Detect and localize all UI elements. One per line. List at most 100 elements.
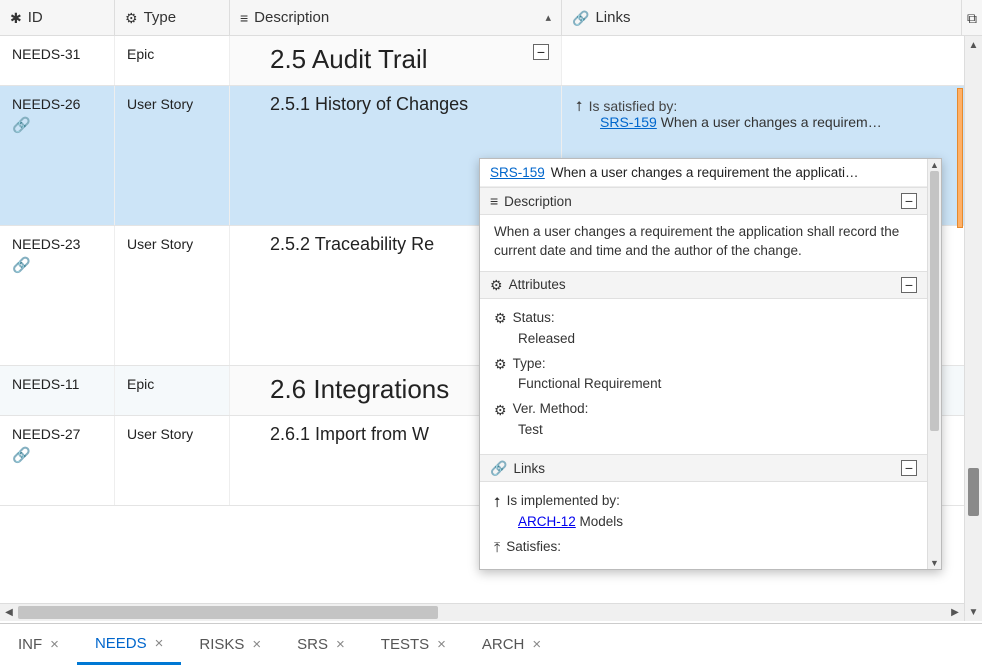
- scroll-thumb[interactable]: [930, 171, 939, 431]
- arrow-up-out-icon: ⤒: [494, 540, 500, 554]
- column-header-row: ✱ ID ⚙ Type ≡ Description ▴ 🔗 Links ⧉: [0, 0, 982, 36]
- link-icon: 🔗: [572, 11, 589, 25]
- popup-attributes-header[interactable]: ⚙ Attributes −: [480, 271, 927, 299]
- close-icon[interactable]: ×: [252, 636, 261, 653]
- collapse-toggle[interactable]: −: [533, 44, 549, 60]
- cell-id: NEEDS-27 🔗: [0, 416, 115, 505]
- popup-scrollbar[interactable]: ▲ ▼: [927, 159, 941, 569]
- gear-icon: ⚙: [494, 403, 507, 417]
- cell-id: NEEDS-26 🔗: [0, 86, 115, 225]
- tab-needs[interactable]: NEEDS ×: [77, 624, 181, 665]
- popup-description-text: When a user changes a requirement the ap…: [494, 224, 899, 258]
- arrow-up-icon: ⭡: [494, 495, 501, 509]
- popup-attributes-body: ⚙ Status: Released ⚙ Type: Functional Re…: [480, 299, 927, 454]
- tab-arch[interactable]: ARCH ×: [464, 624, 559, 665]
- cell-links: [562, 36, 982, 85]
- popup-attributes-label: Attributes: [509, 277, 566, 292]
- description-heading: 2.6 Integrations: [270, 374, 449, 405]
- cell-id: NEEDS-31: [0, 36, 115, 85]
- cell-description: 2.5 Audit Trail −: [230, 36, 562, 85]
- column-header-id-label: ID: [28, 9, 43, 26]
- selection-marker: [957, 88, 963, 228]
- link-text: When a user changes a requirem…: [661, 114, 882, 130]
- horizontal-scrollbar[interactable]: ◀ ▶: [0, 603, 964, 621]
- scroll-left-icon[interactable]: ◀: [0, 604, 18, 622]
- description-text: 2.6.1 Import from W: [270, 424, 429, 445]
- tab-srs[interactable]: SRS ×: [279, 624, 363, 665]
- popup-description-label: Description: [504, 194, 572, 209]
- popup-links-header[interactable]: 🔗 Links −: [480, 454, 927, 482]
- column-header-links-label: Links: [595, 9, 630, 26]
- attr-type-label: Type:: [513, 355, 546, 374]
- cell-type: User Story: [115, 86, 230, 225]
- id-text: NEEDS-23: [12, 236, 102, 252]
- sort-ascending-icon: ▴: [545, 11, 551, 24]
- id-text: NEEDS-26: [12, 96, 102, 112]
- scroll-right-icon[interactable]: ▶: [946, 604, 964, 622]
- close-icon[interactable]: ×: [336, 636, 345, 653]
- column-header-description[interactable]: ≡ Description ▴: [230, 0, 562, 35]
- scroll-thumb[interactable]: [968, 468, 979, 516]
- scroll-thumb[interactable]: [18, 606, 438, 619]
- layout-icon: ⧉: [967, 11, 977, 25]
- cell-type: User Story: [115, 416, 230, 505]
- collapse-toggle[interactable]: −: [901, 277, 917, 293]
- close-icon[interactable]: ×: [155, 635, 164, 652]
- description-heading: 2.5 Audit Trail: [270, 44, 428, 75]
- link-icon: 🔗: [12, 446, 102, 464]
- column-header-id[interactable]: ✱ ID: [0, 0, 115, 35]
- column-header-type[interactable]: ⚙ Type: [115, 0, 230, 35]
- tab-label: RISKS: [199, 636, 244, 653]
- popup-description-header[interactable]: ≡ Description −: [480, 187, 927, 215]
- description-text: 2.5.1 History of Changes: [270, 94, 468, 115]
- tab-label: INF: [18, 636, 42, 653]
- link-impl-ref[interactable]: ARCH-12: [518, 514, 576, 529]
- scroll-up-icon[interactable]: ▲: [928, 159, 941, 171]
- link-icon: 🔗: [490, 461, 507, 475]
- link-relation-label: Is satisfied by:: [589, 98, 678, 114]
- scroll-down-icon[interactable]: ▼: [965, 603, 982, 621]
- attr-status-value: Released: [494, 330, 913, 349]
- list-icon: ≡: [490, 194, 498, 208]
- cell-id: NEEDS-23 🔗: [0, 226, 115, 365]
- gear-icon: ⚙: [494, 311, 507, 325]
- column-header-links[interactable]: 🔗 Links: [562, 0, 962, 35]
- id-text: NEEDS-11: [12, 376, 102, 392]
- link-icon: 🔗: [12, 256, 102, 274]
- link-ref[interactable]: SRS-159: [600, 114, 657, 130]
- scroll-down-icon[interactable]: ▼: [928, 557, 941, 569]
- close-icon[interactable]: ×: [437, 636, 446, 653]
- close-icon[interactable]: ×: [50, 636, 59, 653]
- popup-links-label: Links: [513, 461, 545, 476]
- tab-inf[interactable]: INF ×: [0, 624, 77, 665]
- tab-label: NEEDS: [95, 635, 147, 652]
- tab-risks[interactable]: RISKS ×: [181, 624, 279, 665]
- attr-status-label: Status:: [513, 309, 555, 328]
- attr-ver-value: Test: [494, 421, 913, 440]
- id-text: NEEDS-27: [12, 426, 102, 442]
- close-icon[interactable]: ×: [532, 636, 541, 653]
- attr-type-value: Functional Requirement: [494, 375, 913, 394]
- arrow-up-icon: ⭡: [576, 99, 583, 113]
- gear-icon: ⚙: [494, 357, 507, 371]
- column-header-description-label: Description: [254, 9, 329, 26]
- document-tabs: INF × NEEDS × RISKS × SRS × TESTS × ARCH…: [0, 623, 982, 665]
- scroll-up-icon[interactable]: ▲: [965, 36, 982, 54]
- table-row[interactable]: NEEDS-31 Epic 2.5 Audit Trail −: [0, 36, 982, 86]
- collapse-toggle[interactable]: −: [901, 460, 917, 476]
- column-options-button[interactable]: ⧉: [962, 0, 982, 35]
- tab-label: ARCH: [482, 636, 525, 653]
- collapse-toggle[interactable]: −: [901, 193, 917, 209]
- type-text: Epic: [127, 376, 154, 392]
- description-text: 2.5.2 Traceability Re: [270, 234, 434, 255]
- scroll-track[interactable]: [18, 604, 946, 621]
- popup-description-body: When a user changes a requirement the ap…: [480, 215, 927, 271]
- link-impl-label: Is implemented by:: [507, 492, 620, 511]
- vertical-scrollbar[interactable]: ▲ ▼: [964, 36, 982, 621]
- link-sat-label: Satisfies:: [506, 538, 561, 557]
- tab-tests[interactable]: TESTS ×: [363, 624, 464, 665]
- asterisk-icon: ✱: [10, 11, 22, 25]
- popup-title-ref[interactable]: SRS-159: [490, 165, 545, 180]
- attr-ver-label: Ver. Method:: [513, 400, 589, 419]
- link-icon: 🔗: [12, 116, 102, 134]
